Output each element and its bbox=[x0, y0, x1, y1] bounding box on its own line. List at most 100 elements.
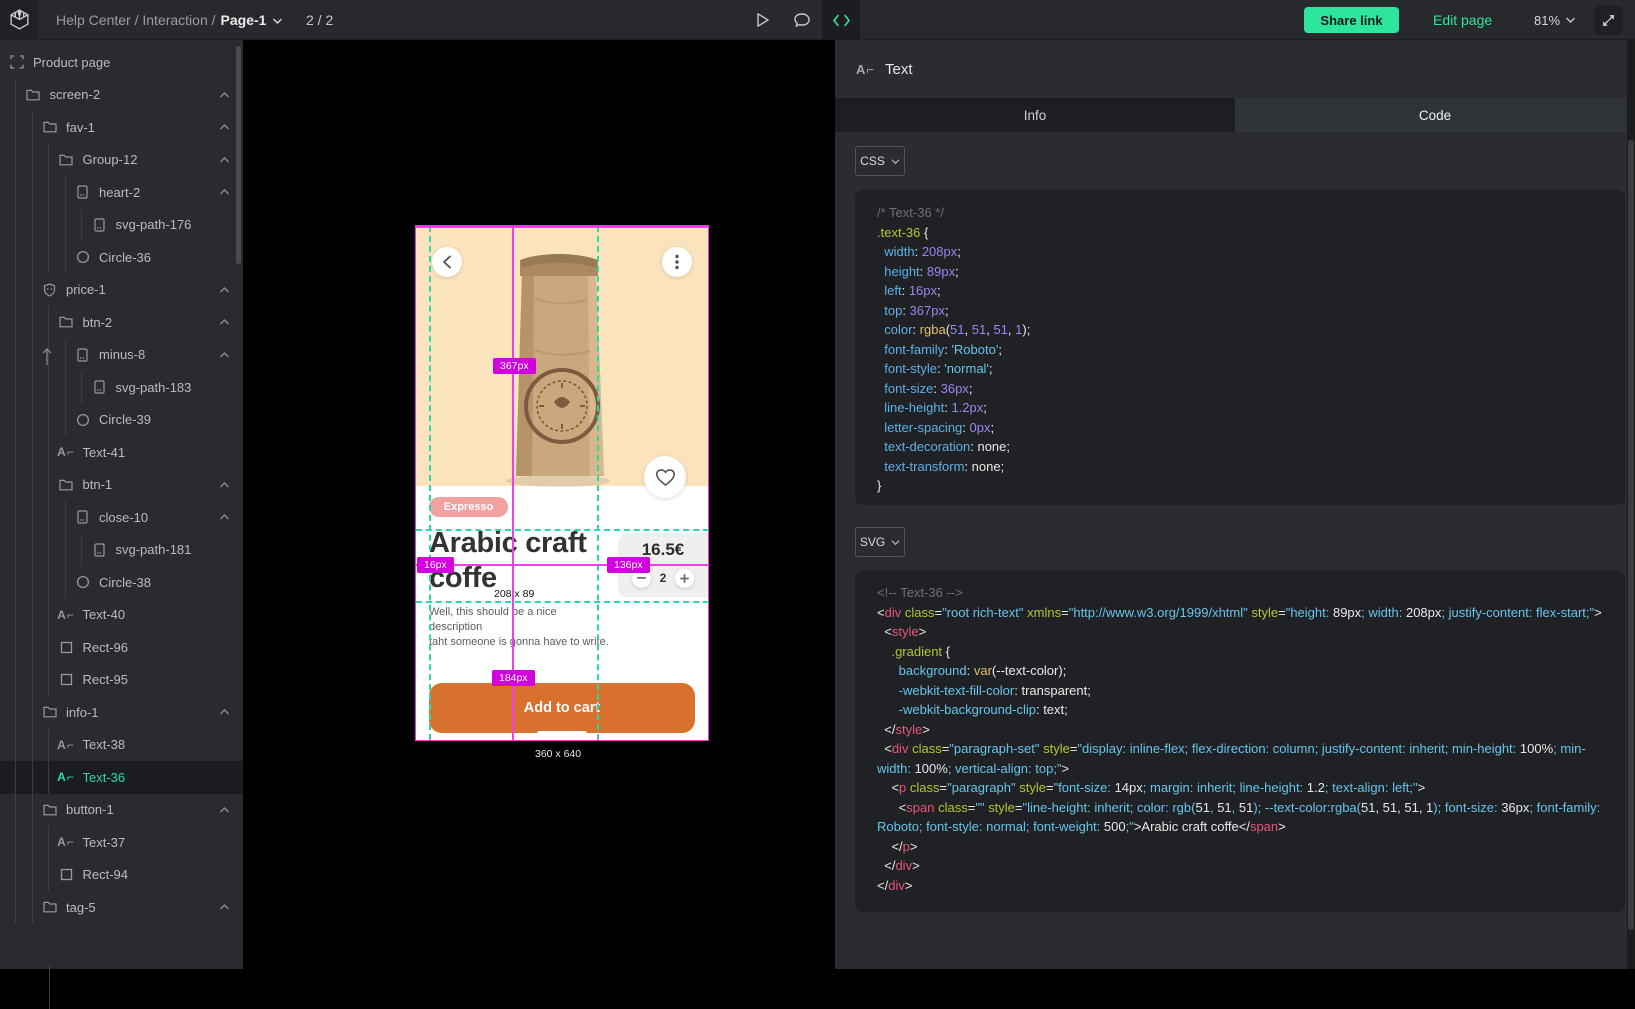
code-line: font-family: 'Roboto'; bbox=[877, 340, 1603, 360]
product-image-area[interactable] bbox=[416, 226, 708, 486]
indent-guide bbox=[32, 891, 33, 924]
favorite-button[interactable] bbox=[644, 456, 686, 498]
layer-row-rect-96[interactable]: Rect-96 bbox=[0, 631, 243, 664]
indent-guide bbox=[15, 404, 16, 437]
design-canvas[interactable]: Expresso Arabic craft coffe 16.5€ 2 Well… bbox=[243, 40, 835, 969]
code-line: <div class="paragraph-set" style="displa… bbox=[877, 739, 1603, 778]
layer-row-circle-39[interactable]: Circle-39 bbox=[0, 404, 243, 437]
svg-code-block[interactable]: <!-- Text-36 --><div class="root rich-te… bbox=[855, 570, 1625, 912]
layer-row-circle-36[interactable]: Circle-36 bbox=[0, 241, 243, 274]
indent-guide bbox=[65, 209, 66, 242]
layer-row-text-40[interactable]: A⌐Text-40 bbox=[0, 599, 243, 632]
layer-row-heart-2[interactable]: heart-2 bbox=[0, 176, 243, 209]
layer-row-btn-1[interactable]: btn-1 bbox=[0, 469, 243, 502]
circle-icon bbox=[75, 250, 90, 265]
collapse-chevron-icon[interactable] bbox=[219, 123, 230, 131]
layer-row-circle-38[interactable]: Circle-38 bbox=[0, 566, 243, 599]
layer-row-svg-path-183[interactable]: svg-path-183 bbox=[0, 371, 243, 404]
layer-row-svg-path-176[interactable]: svg-path-176 bbox=[0, 209, 243, 242]
collapse-chevron-icon[interactable] bbox=[219, 806, 230, 814]
layer-label: button-1 bbox=[66, 802, 114, 817]
add-to-cart-button[interactable]: Add to cart bbox=[429, 683, 695, 733]
folder-icon bbox=[59, 152, 74, 167]
edit-page-link[interactable]: Edit page bbox=[1433, 0, 1492, 40]
collapse-chevron-icon[interactable] bbox=[219, 513, 230, 521]
layer-row-button-1[interactable]: button-1 bbox=[0, 794, 243, 827]
indent-guide bbox=[32, 534, 33, 567]
layer-row-svg-path-181[interactable]: svg-path-181 bbox=[0, 534, 243, 567]
indent-guide bbox=[48, 436, 49, 469]
guide-horizontal-bottom bbox=[416, 601, 709, 603]
back-button[interactable] bbox=[432, 247, 462, 277]
file-icon bbox=[92, 380, 107, 395]
layer-row-text-41[interactable]: A⌐Text-41 bbox=[0, 436, 243, 469]
plus-button[interactable] bbox=[675, 569, 694, 588]
inspector-scrollbar-thumb[interactable] bbox=[1628, 140, 1634, 930]
svg-format-select[interactable]: SVG bbox=[855, 527, 905, 557]
tab-info[interactable]: Info bbox=[835, 98, 1235, 132]
collapse-chevron-icon[interactable] bbox=[219, 188, 230, 196]
file-icon bbox=[75, 347, 90, 362]
layer-row-text-38[interactable]: A⌐Text-38 bbox=[0, 729, 243, 762]
layer-row-text-37[interactable]: A⌐Text-37 bbox=[0, 826, 243, 859]
share-link-button[interactable]: Share link bbox=[1304, 7, 1399, 33]
product-tag[interactable]: Expresso bbox=[429, 497, 508, 517]
measure-line-middle bbox=[416, 564, 709, 566]
code-button[interactable] bbox=[822, 0, 860, 40]
collapse-chevron-icon[interactable] bbox=[219, 481, 230, 489]
screen-frame[interactable]: Expresso Arabic craft coffe 16.5€ 2 Well… bbox=[416, 226, 708, 740]
menu-button[interactable] bbox=[662, 247, 692, 277]
css-code-block[interactable]: /* Text-36 */.text-36 { width: 208px; he… bbox=[855, 190, 1625, 505]
layer-row-tag-5[interactable]: tag-5 bbox=[0, 891, 243, 924]
layer-label: Rect-96 bbox=[83, 640, 129, 655]
indent-guide bbox=[15, 144, 16, 177]
indent-guide bbox=[32, 859, 33, 892]
layer-tree: Product pagescreen-2fav-1Group-12heart-2… bbox=[0, 46, 243, 924]
layer-row-fav-1[interactable]: fav-1 bbox=[0, 111, 243, 144]
layer-row-product page[interactable]: Product page bbox=[0, 46, 243, 79]
collapse-chevron-icon[interactable] bbox=[219, 351, 230, 359]
indent-guide bbox=[15, 534, 16, 567]
comment-button[interactable] bbox=[783, 0, 821, 40]
layer-row-btn-2[interactable]: btn-2 bbox=[0, 306, 243, 339]
breadcrumb[interactable]: Help Center / Interaction / Page-1 bbox=[56, 0, 283, 40]
collapse-chevron-icon[interactable] bbox=[219, 318, 230, 326]
sidebar-scrollbar[interactable] bbox=[236, 46, 241, 264]
product-title[interactable]: Arabic craft coffe bbox=[429, 526, 601, 596]
indent-guide bbox=[32, 111, 33, 144]
collapse-chevron-icon[interactable] bbox=[219, 903, 230, 911]
css-format-select[interactable]: CSS bbox=[855, 146, 905, 176]
file-icon bbox=[75, 510, 90, 525]
indent-guide bbox=[32, 761, 33, 794]
layer-row-close-10[interactable]: close-10 bbox=[0, 501, 243, 534]
layer-label: Text-41 bbox=[83, 445, 126, 460]
indent-guide bbox=[15, 859, 16, 892]
tab-code[interactable]: Code bbox=[1235, 98, 1635, 132]
collapse-chevron-icon[interactable] bbox=[219, 708, 230, 716]
layer-row-rect-95[interactable]: Rect-95 bbox=[0, 664, 243, 697]
indent-guide bbox=[65, 404, 66, 437]
play-button[interactable] bbox=[743, 0, 781, 40]
layer-row-price-1[interactable]: price-1 bbox=[0, 274, 243, 307]
layer-row-minus-8[interactable]: minus-8 bbox=[0, 339, 243, 372]
indent-guide bbox=[15, 371, 16, 404]
layer-row-screen-2[interactable]: screen-2 bbox=[0, 79, 243, 112]
indent-guide bbox=[48, 404, 49, 437]
layer-row-rect-94[interactable]: Rect-94 bbox=[0, 859, 243, 892]
indent-guide bbox=[48, 631, 49, 664]
fullscreen-button[interactable] bbox=[1594, 6, 1623, 35]
rect-icon bbox=[59, 640, 74, 655]
indent-guide bbox=[65, 534, 66, 567]
collapse-chevron-icon[interactable] bbox=[219, 91, 230, 99]
zoom-selector[interactable]: 81% bbox=[1534, 0, 1576, 40]
collapse-chevron-icon[interactable] bbox=[219, 286, 230, 294]
inspector-scrollbar-track[interactable] bbox=[1627, 40, 1635, 969]
collapse-chevron-icon[interactable] bbox=[219, 156, 230, 164]
app-logo[interactable] bbox=[0, 0, 38, 40]
layer-row-group-12[interactable]: Group-12 bbox=[0, 144, 243, 177]
product-description: Well, this should be a nice description … bbox=[429, 605, 609, 650]
indent-guide bbox=[32, 469, 33, 502]
layer-row-text-36[interactable]: A⌐Text-36 bbox=[0, 761, 243, 794]
layer-row-info-1[interactable]: info-1 bbox=[0, 696, 243, 729]
indent-guide bbox=[32, 144, 33, 177]
